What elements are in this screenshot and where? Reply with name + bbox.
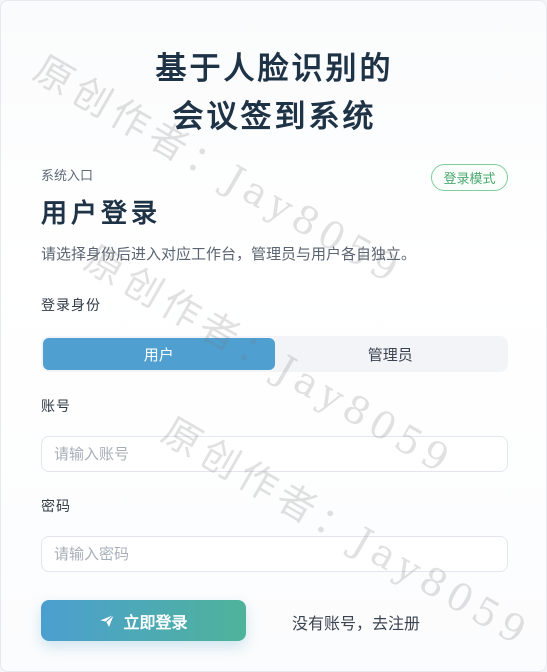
password-input[interactable] — [41, 536, 508, 572]
login-button-label: 立即登录 — [123, 612, 188, 632]
role-label: 登录身份 — [41, 298, 101, 314]
role-option-user[interactable]: 用户 — [43, 338, 275, 370]
register-link[interactable]: 没有账号，去注册 — [292, 610, 420, 634]
login-subtitle: 请选择身份后进入对应工作台，管理员与用户各自独立。 — [41, 245, 417, 263]
page-title-line1: 基于人脸识别的 — [155, 51, 394, 87]
login-heading: 用户登录 — [41, 199, 162, 229]
account-label: 账号 — [41, 399, 71, 415]
account-input[interactable] — [41, 436, 508, 472]
role-switch: 用户 管理员 — [41, 336, 508, 372]
role-option-admin[interactable]: 管理员 — [275, 338, 507, 370]
password-label: 密码 — [41, 499, 71, 515]
login-button[interactable]: 立即登录 — [41, 600, 246, 641]
login-card: 基于人脸识别的 会议签到系统 系统入口 登录模式 用户登录 请选择身份后进入对应… — [0, 0, 547, 672]
entry-label: 系统入口 — [41, 169, 94, 184]
mode-badge: 登录模式 — [431, 164, 508, 191]
page-title-line2: 会议签到系统 — [172, 99, 377, 135]
paper-plane-icon — [100, 614, 115, 627]
